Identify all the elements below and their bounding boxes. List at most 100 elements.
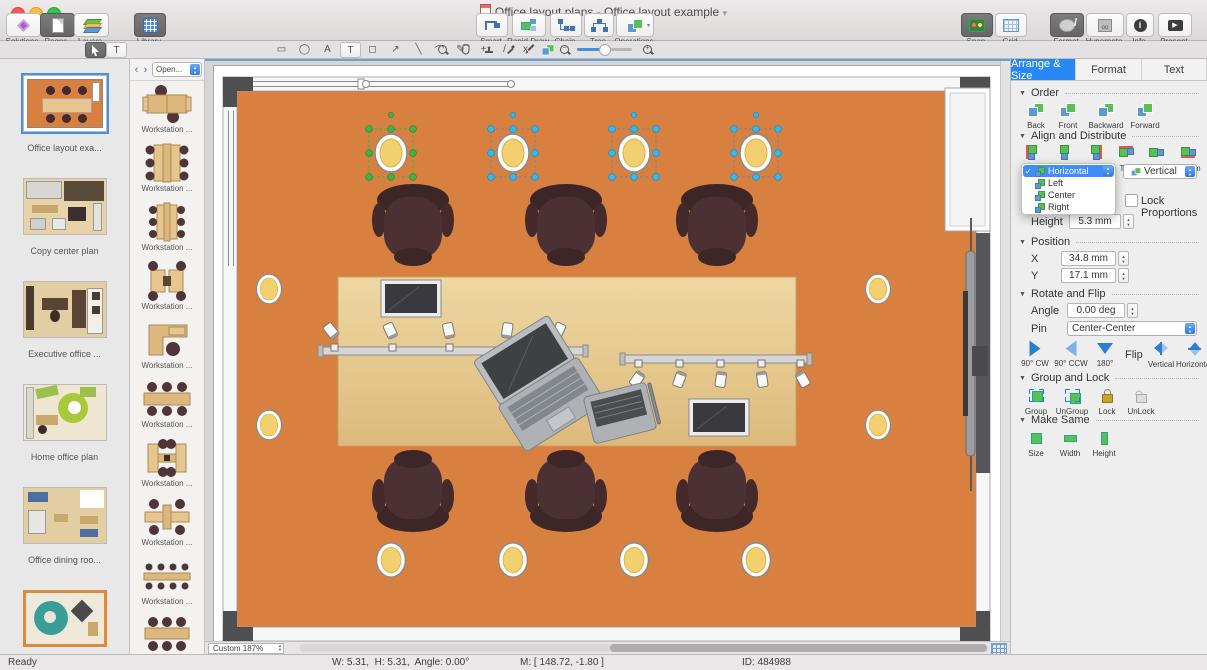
library-item-workstation-7[interactable]: Workstation ... <box>130 437 204 494</box>
brush-tool[interactable] <box>520 42 539 56</box>
tab-format[interactable]: Format <box>1076 59 1141 80</box>
lock-button[interactable]: Lock <box>1093 389 1121 416</box>
menu-item-center[interactable]: Center <box>1023 189 1114 201</box>
tab-arrange-size[interactable]: Arrange & Size <box>1011 59 1076 80</box>
pin-select[interactable]: Center-Center ▲▼ <box>1067 321 1197 336</box>
flip-horizontal-button[interactable]: Horizontal <box>1173 343 1207 369</box>
horizontal-scrollbar-thumb[interactable] <box>610 644 987 652</box>
zoom-tool[interactable] <box>433 42 452 56</box>
rotate-180-button[interactable]: 180° <box>1091 343 1119 368</box>
monitor-2[interactable] <box>689 399 749 436</box>
angle-stepper[interactable]: ▲▼ <box>1127 303 1138 318</box>
snap-button[interactable] <box>961 13 993 37</box>
pin-select-stepper[interactable]: ▲▼ <box>1185 323 1195 334</box>
zoom-stepper[interactable]: ▲▼ <box>278 644 282 652</box>
library-item-workstation-6[interactable]: Workstation ... <box>130 378 204 435</box>
angle-field[interactable]: 0.00 deg <box>1067 303 1125 318</box>
distribute-vertical-select[interactable]: Vertical ▲▼ <box>1123 164 1197 179</box>
library-button[interactable] <box>134 13 166 37</box>
library-back-button[interactable]: ‹ <box>132 64 141 76</box>
hypernote-button[interactable]: oo <box>1086 13 1124 37</box>
y-field[interactable]: 17.1 mm <box>1061 268 1116 283</box>
format-button[interactable] <box>1050 13 1084 37</box>
library-select[interactable]: Open... ▲▼ <box>152 62 202 77</box>
ceiling-light-bottom-4[interactable] <box>742 543 771 577</box>
order-front-button[interactable]: Front <box>1051 103 1085 130</box>
library-item-workstation-9[interactable]: Workstation ... <box>130 555 204 612</box>
operations-button[interactable]: ▾ <box>616 13 654 37</box>
height-field[interactable]: 5.3 mm <box>1069 214 1121 229</box>
text-tool[interactable]: A <box>318 42 337 56</box>
vertical-scrollbar[interactable] <box>1000 61 1010 642</box>
info-button[interactable]: i <box>1126 13 1154 37</box>
collapse-icon[interactable]: ▼ <box>1019 417 1026 424</box>
collapse-icon[interactable]: ▼ <box>1019 90 1026 97</box>
rectangle-tool[interactable]: ▭ <box>272 42 291 56</box>
menu-item-right[interactable]: Right <box>1023 201 1114 213</box>
make-same-height-button[interactable]: Height <box>1087 431 1121 458</box>
height-stepper[interactable]: ▲▼ <box>1123 214 1134 229</box>
library-item-workstation-2[interactable]: Workstation ... <box>130 142 204 199</box>
layers-button[interactable] <box>74 13 109 37</box>
grid-button[interactable] <box>995 13 1027 37</box>
library-item-workstation-4[interactable]: Workstation ... <box>130 260 204 317</box>
rapid-draw-button[interactable] <box>512 13 546 37</box>
x-stepper[interactable]: ▲▼ <box>1118 251 1129 266</box>
ungroup-button[interactable]: UnGroup <box>1053 389 1091 416</box>
page-thumb-home-office[interactable]: Home office plan <box>0 384 129 487</box>
collapse-icon[interactable]: ▼ <box>1019 133 1026 140</box>
line-tool[interactable]: ╲ <box>409 42 428 56</box>
collapse-icon[interactable]: ▼ <box>1019 239 1026 246</box>
chain-button[interactable] <box>550 13 582 37</box>
zoom-in-button[interactable]: + <box>638 42 657 56</box>
pointer-tool[interactable] <box>85 42 106 58</box>
ceiling-light-left-1[interactable] <box>257 274 282 304</box>
make-same-size-button[interactable]: Size <box>1019 431 1053 458</box>
menu-item-left[interactable]: Left <box>1023 177 1114 189</box>
ellipse-tool[interactable]: ◯ <box>295 42 314 56</box>
order-backward-button[interactable]: Backward <box>1085 103 1127 130</box>
stamp-tool[interactable] <box>479 42 498 56</box>
library-item-workstation-8[interactable]: Workstation ... <box>130 496 204 553</box>
menu-stepper[interactable]: ▲▼ <box>1103 166 1113 176</box>
smart-button[interactable] <box>476 13 508 37</box>
library-item-workstation-3[interactable]: Workstation ... <box>130 201 204 258</box>
connector-tool[interactable]: ↗ <box>386 42 405 56</box>
pages-button[interactable] <box>40 13 75 37</box>
proxy-caret-icon[interactable]: ▾ <box>723 8 728 18</box>
eyedropper-tool[interactable] <box>501 42 520 56</box>
rotate-90ccw-button[interactable]: 90° CCW <box>1053 343 1089 368</box>
ceiling-light-right-1[interactable] <box>866 274 891 304</box>
page-thumb-copy-center[interactable]: Copy center plan <box>0 178 129 281</box>
horizontal-scrollbar[interactable] <box>300 644 988 652</box>
order-forward-button[interactable]: Forward <box>1125 103 1165 130</box>
textbox-tool[interactable]: T <box>340 42 361 58</box>
thumbnail-office-layout[interactable] <box>23 75 107 132</box>
menu-item-horizontal[interactable]: ✓ Horizontal ▲▼ <box>1023 165 1114 177</box>
rotate-90cw-button[interactable]: 90° CW <box>1019 343 1051 368</box>
monitor-1[interactable] <box>381 280 441 317</box>
lock-proportions-checkbox[interactable] <box>1125 194 1138 207</box>
ceiling-light-left-2[interactable] <box>257 410 282 440</box>
whiteboard[interactable] <box>945 88 990 231</box>
comment-tool[interactable]: ◻ <box>363 42 382 56</box>
make-same-width-button[interactable]: Width <box>1053 431 1087 458</box>
unlock-button[interactable]: UnLock <box>1123 389 1159 416</box>
y-stepper[interactable]: ▲▼ <box>1118 268 1129 283</box>
pan-tool[interactable] <box>456 42 475 56</box>
library-item-workstation-5[interactable]: Workstation ... <box>130 319 204 376</box>
page-thumb-office-dining[interactable]: Office dining roo... <box>0 487 129 590</box>
tab-text[interactable]: Text <box>1142 59 1207 80</box>
x-field[interactable]: 34.8 mm <box>1061 251 1116 266</box>
drawing-page[interactable] <box>213 65 1005 646</box>
page-thumb-executive-office[interactable]: Executive office ... <box>0 281 129 384</box>
vertical-select-stepper[interactable]: ▲▼ <box>1185 166 1195 177</box>
group-button[interactable]: Group <box>1019 389 1053 416</box>
present-button[interactable]: ▶ <box>1158 13 1192 37</box>
zoom-out-button[interactable]: − <box>555 42 574 56</box>
library-forward-button[interactable]: › <box>141 64 150 76</box>
collapse-icon[interactable]: ▼ <box>1019 291 1026 298</box>
solutions-button[interactable] <box>6 13 41 37</box>
library-item-workstation-1[interactable]: Workstation ... <box>130 83 204 140</box>
ceiling-light-bottom-2[interactable] <box>499 543 528 577</box>
